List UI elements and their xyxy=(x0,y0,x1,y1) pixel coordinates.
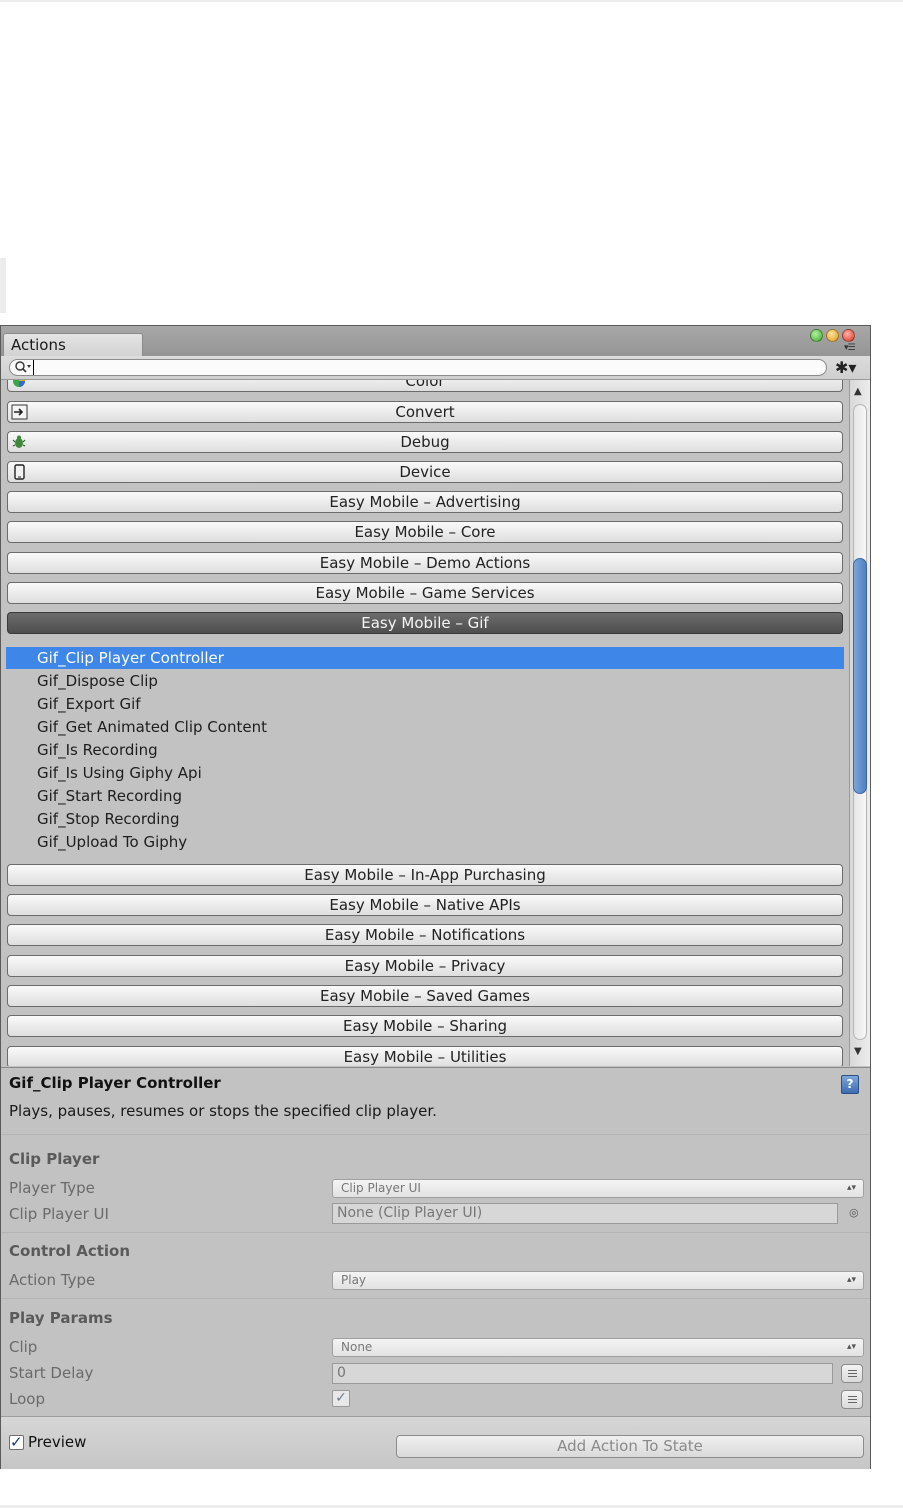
actions-window: Actions ▾☰ ✱▾ Color Convert Debug Device… xyxy=(0,325,871,1469)
action-item[interactable]: Gif_Upload To Giphy xyxy=(6,831,844,853)
action-item[interactable]: Gif_Stop Recording xyxy=(6,808,844,830)
dropdown-arrows-icon: ▴▾ xyxy=(846,1275,856,1285)
category-easy-mobile-utilities[interactable]: Easy Mobile – Utilities xyxy=(7,1046,843,1066)
loop-checkbox[interactable]: ✓ xyxy=(332,1390,350,1407)
action-type-label: Action Type xyxy=(9,1271,96,1289)
category-easy-mobile-demo-actions[interactable]: Easy Mobile – Demo Actions xyxy=(7,552,843,574)
section-title-clip-player: Clip Player xyxy=(9,1150,100,1168)
action-item[interactable]: Gif_Get Animated Clip Content xyxy=(6,716,844,738)
dropdown-arrows-icon: ▴▾ xyxy=(846,1183,856,1193)
start-delay-label: Start Delay xyxy=(9,1364,94,1382)
tab-actions[interactable]: Actions xyxy=(3,333,143,356)
category-easy-mobile-in-app-purchasing[interactable]: Easy Mobile – In-App Purchasing xyxy=(7,864,843,886)
category-color[interactable]: Color xyxy=(7,380,843,392)
category-debug[interactable]: Debug xyxy=(7,431,843,453)
category-label: Easy Mobile – Demo Actions xyxy=(319,554,531,572)
category-label: Easy Mobile – Utilities xyxy=(343,1048,507,1066)
minimize-button-icon[interactable] xyxy=(826,329,839,342)
side-marker xyxy=(0,258,6,313)
dropdown-arrows-icon: ▴▾ xyxy=(846,1342,856,1352)
category-easy-mobile-native-apis[interactable]: Easy Mobile – Native APIs xyxy=(7,894,843,916)
preview-checkbox[interactable]: ✓ xyxy=(9,1435,24,1450)
action-item[interactable]: Gif_Export Gif xyxy=(6,693,844,715)
action-browser-list: Color Convert Debug Device Easy Mobile –… xyxy=(1,380,849,1066)
top-divider xyxy=(0,0,903,2)
action-title: Gif_Clip Player Controller xyxy=(9,1074,221,1092)
category-label: Easy Mobile – Privacy xyxy=(344,957,506,975)
start-delay-input[interactable]: 0 xyxy=(332,1363,833,1384)
variable-toggle-icon[interactable] xyxy=(841,1364,863,1383)
clip-player-ui-label: Clip Player UI xyxy=(9,1205,109,1223)
action-type-value: Play xyxy=(341,1273,367,1287)
action-item[interactable]: Gif_Start Recording xyxy=(6,785,844,807)
action-item-selected[interactable]: Gif_Clip Player Controller xyxy=(6,647,844,669)
action-item[interactable]: Gif_Is Recording xyxy=(6,739,844,761)
category-label: Easy Mobile – Advertising xyxy=(329,493,521,511)
category-convert[interactable]: Convert xyxy=(7,401,843,423)
clip-player-ui-field[interactable]: None (Clip Player UI) xyxy=(332,1203,838,1224)
bug-icon xyxy=(12,435,26,448)
add-action-to-state-button[interactable]: Add Action To State xyxy=(396,1435,864,1458)
color-wheel-icon xyxy=(13,380,25,387)
object-picker-icon[interactable]: ◎ xyxy=(849,1206,859,1219)
settings-gear-icon[interactable]: ✱▾ xyxy=(835,358,859,377)
category-label: Easy Mobile – Saved Games xyxy=(320,987,530,1005)
section-title-control-action: Control Action xyxy=(9,1242,131,1260)
player-type-label: Player Type xyxy=(9,1179,95,1197)
divider xyxy=(1,1298,870,1299)
action-type-dropdown[interactable]: Play ▴▾ xyxy=(332,1271,864,1290)
player-type-dropdown[interactable]: Clip Player UI ▴▾ xyxy=(332,1179,864,1198)
category-easy-mobile-saved-games[interactable]: Easy Mobile – Saved Games xyxy=(7,985,843,1007)
player-type-value: Clip Player UI xyxy=(341,1181,421,1195)
category-label: Easy Mobile – Core xyxy=(354,523,496,541)
search-bar: ✱▾ xyxy=(1,356,870,380)
category-label: Device xyxy=(399,463,451,481)
variable-toggle-icon[interactable] xyxy=(841,1390,863,1409)
device-icon xyxy=(14,464,25,480)
action-description: Plays, pauses, resumes or stops the spec… xyxy=(9,1102,437,1120)
action-item[interactable]: Gif_Is Using Giphy Api xyxy=(6,762,844,784)
category-label: Easy Mobile – Game Services xyxy=(315,584,535,602)
category-easy-mobile-gif[interactable]: Easy Mobile – Gif xyxy=(7,612,843,634)
category-device[interactable]: Device xyxy=(7,461,843,483)
clip-value: None xyxy=(341,1340,373,1354)
category-easy-mobile-game-services[interactable]: Easy Mobile – Game Services xyxy=(7,582,843,604)
search-icon[interactable] xyxy=(14,360,32,375)
category-easy-mobile-advertising[interactable]: Easy Mobile – Advertising xyxy=(7,491,843,513)
divider xyxy=(1,1232,870,1233)
category-label: Color xyxy=(405,380,445,390)
section-title-play-params: Play Params xyxy=(9,1309,113,1327)
category-label: Easy Mobile – Notifications xyxy=(324,926,526,944)
category-label: Easy Mobile – Native APIs xyxy=(329,896,521,914)
category-label: Easy Mobile – Sharing xyxy=(343,1017,507,1035)
zoom-button-icon[interactable] xyxy=(810,329,823,342)
footer-bar: ✓ Preview Add Action To State xyxy=(1,1416,870,1469)
category-label: Easy Mobile – Gif xyxy=(361,614,489,632)
help-icon[interactable]: ? xyxy=(841,1075,859,1094)
action-item[interactable]: Gif_Dispose Clip xyxy=(6,670,844,692)
list-scrollbar[interactable]: ▲ ▼ xyxy=(849,380,870,1066)
title-bar: Actions ▾☰ xyxy=(1,326,870,357)
category-label: Easy Mobile – In-App Purchasing xyxy=(304,866,546,884)
action-details-panel: Gif_Clip Player Controller ? Plays, paus… xyxy=(1,1067,870,1469)
clip-dropdown[interactable]: None ▴▾ xyxy=(332,1338,864,1357)
category-easy-mobile-core[interactable]: Easy Mobile – Core xyxy=(7,521,843,543)
category-easy-mobile-sharing[interactable]: Easy Mobile – Sharing xyxy=(7,1015,843,1037)
loop-label: Loop xyxy=(9,1390,45,1408)
window-menu-icon[interactable]: ▾☰ xyxy=(844,344,862,354)
close-button-icon[interactable] xyxy=(842,329,855,342)
category-label: Debug xyxy=(400,433,450,451)
category-easy-mobile-notifications[interactable]: Easy Mobile – Notifications xyxy=(7,924,843,946)
scroll-thumb[interactable] xyxy=(853,558,867,794)
search-text xyxy=(33,360,35,375)
search-input[interactable] xyxy=(9,359,827,376)
convert-icon xyxy=(11,404,28,420)
scroll-up-arrow-icon[interactable]: ▲ xyxy=(854,386,862,397)
scroll-down-arrow-icon[interactable]: ▼ xyxy=(854,1046,862,1057)
clip-label: Clip xyxy=(9,1338,38,1356)
category-easy-mobile-privacy[interactable]: Easy Mobile – Privacy xyxy=(7,955,843,977)
category-label: Convert xyxy=(395,403,455,421)
preview-label: Preview xyxy=(28,1433,87,1451)
divider xyxy=(1,1134,870,1135)
